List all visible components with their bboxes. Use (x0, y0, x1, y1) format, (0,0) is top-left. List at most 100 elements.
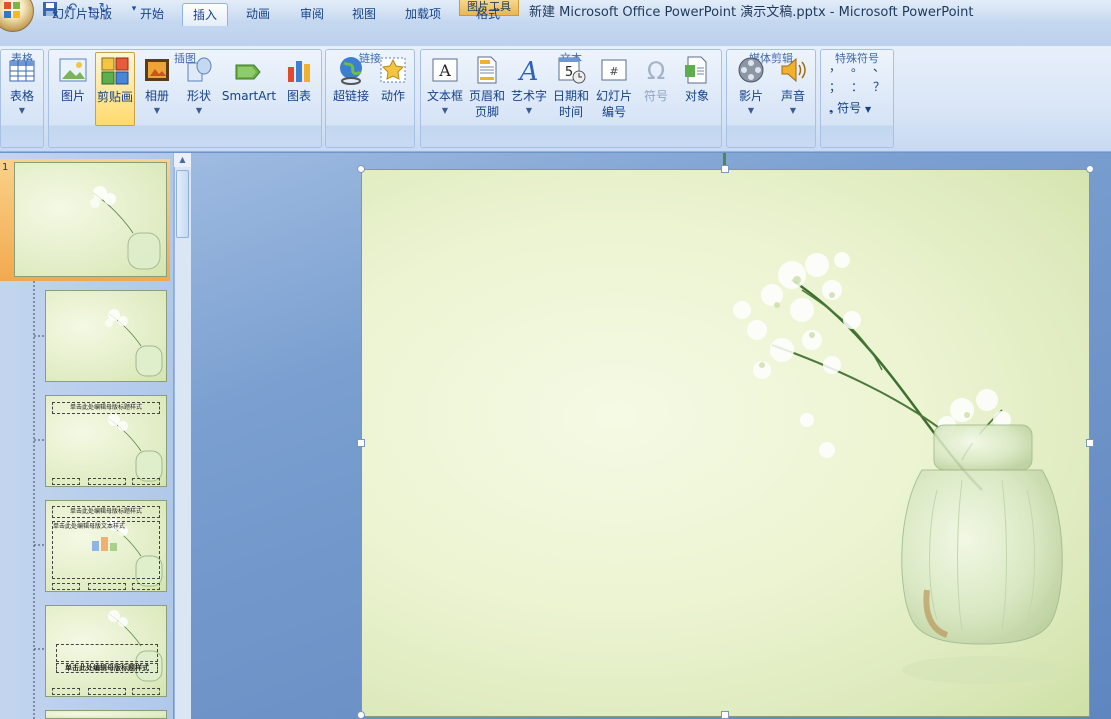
footer-placeholder (52, 478, 80, 485)
table-button[interactable]: 表格 ▼ (2, 52, 42, 126)
object-icon (685, 56, 707, 84)
datetime-button[interactable]: 5 日期和 时间 (551, 52, 591, 126)
sound-label: 声音 (780, 89, 805, 103)
footer-placeholder (88, 583, 126, 590)
symbol-colon[interactable]: ： (851, 78, 865, 94)
slide-thumbnail-master[interactable] (14, 162, 167, 277)
object-label: 对象 (684, 89, 709, 103)
tab-addins[interactable]: 加载项 (396, 3, 450, 26)
pin-icon: ❟ (829, 102, 834, 115)
tab-format[interactable]: 格式 (466, 3, 510, 26)
dropdown-arrow-icon: ▼ (789, 106, 797, 115)
ribbon: 表格 ▼ 表格 图片 剪贴画 相册 ▼ 形状 ▼ SmartArt 图表 插图 … (0, 46, 1111, 152)
group-text: A 文本框 ▼ 页眉和 页脚 A 艺术字 ▼ 5 日期和 时间 # 幻灯片 编号… (420, 49, 722, 148)
group-illustrations: 图片 剪贴画 相册 ▼ 形状 ▼ SmartArt 图表 插图 (48, 49, 322, 148)
svg-text:5: 5 (565, 65, 573, 80)
scroll-up-arrow-icon[interactable]: ▲ (174, 153, 191, 167)
picture-label: 图片 (60, 89, 85, 103)
textbox-label: 文本框 (426, 89, 463, 103)
resize-handle-bottom[interactable] (721, 711, 729, 719)
flower-vase-image[interactable] (362, 170, 1090, 717)
window-title: 新建 Microsoft Office PowerPoint 演示文稿.pptx… (529, 5, 974, 20)
calendar-clock-icon: 5 (558, 57, 586, 84)
dropdown-arrow-icon: ▼ (441, 106, 449, 115)
speaker-icon (781, 57, 806, 83)
symbol-button[interactable]: Ω 符号 (637, 52, 675, 126)
textbox-button[interactable]: A 文本框 ▼ (425, 52, 465, 126)
datetime-label: 日期和 时间 (552, 89, 589, 119)
footer-placeholder (88, 688, 126, 695)
group-special-symbols: ， 。 、 ； ： ？ ❟ 符号 ▼ 特殊符号 (820, 49, 894, 148)
resize-handle-top-right[interactable] (1086, 165, 1094, 173)
flower-vase-image (105, 309, 163, 377)
special-symbol-dropdown[interactable]: ❟ 符号 ▼ (829, 99, 871, 115)
tab-review[interactable]: 审阅 (290, 3, 334, 26)
dropdown-arrow-icon: ▼ (747, 106, 755, 115)
resize-handle-top-left[interactable] (357, 165, 365, 173)
tab-home[interactable]: 开始 (130, 3, 174, 26)
resize-handle-top[interactable] (721, 165, 729, 173)
resize-handle-bottom-left[interactable] (357, 711, 365, 719)
slide-thumbnail-layout-3[interactable]: 单击此处编辑母版标题样式 单击此处编辑母版文本样式 (45, 500, 167, 592)
sound-button[interactable]: 声音 ▼ (773, 52, 813, 126)
header-footer-button[interactable]: 页眉和 页脚 (467, 52, 507, 126)
table-label: 表格 (9, 89, 34, 103)
footer-placeholder (52, 583, 80, 590)
smartart-button[interactable]: SmartArt (221, 52, 277, 126)
tab-animations[interactable]: 动画 (236, 3, 280, 26)
hyperlink-button[interactable]: 超链接 (330, 52, 372, 126)
shapes-label: 形状 (186, 89, 211, 103)
picture-button[interactable]: 图片 (53, 52, 93, 126)
dropdown-arrow-icon: ▼ (153, 106, 161, 115)
office-logo-icon (4, 2, 20, 18)
title-placeholder: 单击此处编辑母版标题样式 (52, 506, 160, 518)
tab-view[interactable]: 视图 (342, 3, 386, 26)
main-slide-canvas[interactable] (361, 169, 1090, 717)
chart-button[interactable]: 图表 (279, 52, 319, 126)
symbol-question[interactable]: ？ (873, 78, 887, 94)
dropdown-arrow-icon: ▼ (18, 106, 26, 115)
shapes-icon (187, 57, 212, 82)
hyperlink-label: 超链接 (332, 89, 369, 103)
symbol-semicolon[interactable]: ； (829, 78, 843, 94)
tab-insert[interactable]: 插入 (182, 3, 228, 26)
rotation-handle[interactable] (723, 153, 726, 165)
symbol-comma[interactable]: ， (829, 58, 843, 74)
hyperlink-globe-icon (340, 57, 362, 85)
symbol-enumeration-comma[interactable]: 、 (873, 58, 887, 74)
slide-thumbnail-layout-4[interactable]: 单击此处编辑母版标题样式 (45, 605, 167, 697)
resize-handle-right[interactable] (1086, 439, 1094, 447)
special-symbol-label: 符号 (837, 101, 862, 115)
action-star-icon (380, 57, 406, 83)
dropdown-arrow-icon: ▼ (525, 106, 533, 115)
footer-placeholder (88, 478, 126, 485)
symbol-period[interactable]: 。 (851, 58, 865, 74)
svg-text:A: A (438, 61, 451, 80)
resize-handle-left[interactable] (357, 439, 365, 447)
scrollbar-thumb[interactable] (176, 170, 189, 238)
movie-button[interactable]: 影片 ▼ (731, 52, 771, 126)
slide-thumbnail-layout-1[interactable] (45, 290, 167, 382)
shapes-button[interactable]: 形状 ▼ (179, 52, 219, 126)
slide-thumbnail-layout-2[interactable]: 单击此处编辑母版标题样式 (45, 395, 167, 487)
album-label: 相册 (144, 89, 169, 103)
wordart-button[interactable]: A 艺术字 ▼ (509, 52, 549, 126)
svg-text:A: A (518, 57, 539, 85)
slide-thumbnail-layout-5[interactable] (45, 710, 167, 719)
tab-slide-master[interactable]: 幻灯片母版 (44, 3, 120, 26)
film-reel-icon (738, 57, 764, 83)
clipart-button[interactable]: 剪贴画 (95, 52, 135, 126)
object-button[interactable]: 对象 (677, 52, 717, 126)
clipart-label: 剪贴画 (96, 90, 133, 104)
picture-icon (59, 58, 87, 82)
svg-text:#: # (609, 65, 618, 78)
album-button[interactable]: 相册 ▼ (137, 52, 177, 126)
smartart-label: SmartArt (221, 89, 277, 103)
action-button[interactable]: 动作 (374, 52, 412, 126)
slide-number-button[interactable]: # 幻灯片 编号 (593, 52, 635, 126)
group-tables: 表格 ▼ 表格 (0, 49, 44, 148)
slide-number-label: 幻灯片 编号 (595, 89, 632, 119)
title-placeholder: 单击此处编辑母版标题样式 (52, 402, 160, 414)
content-placeholder: 单击此处编辑母版文本样式 (52, 521, 160, 579)
symbol-label: 符号 (643, 89, 668, 103)
